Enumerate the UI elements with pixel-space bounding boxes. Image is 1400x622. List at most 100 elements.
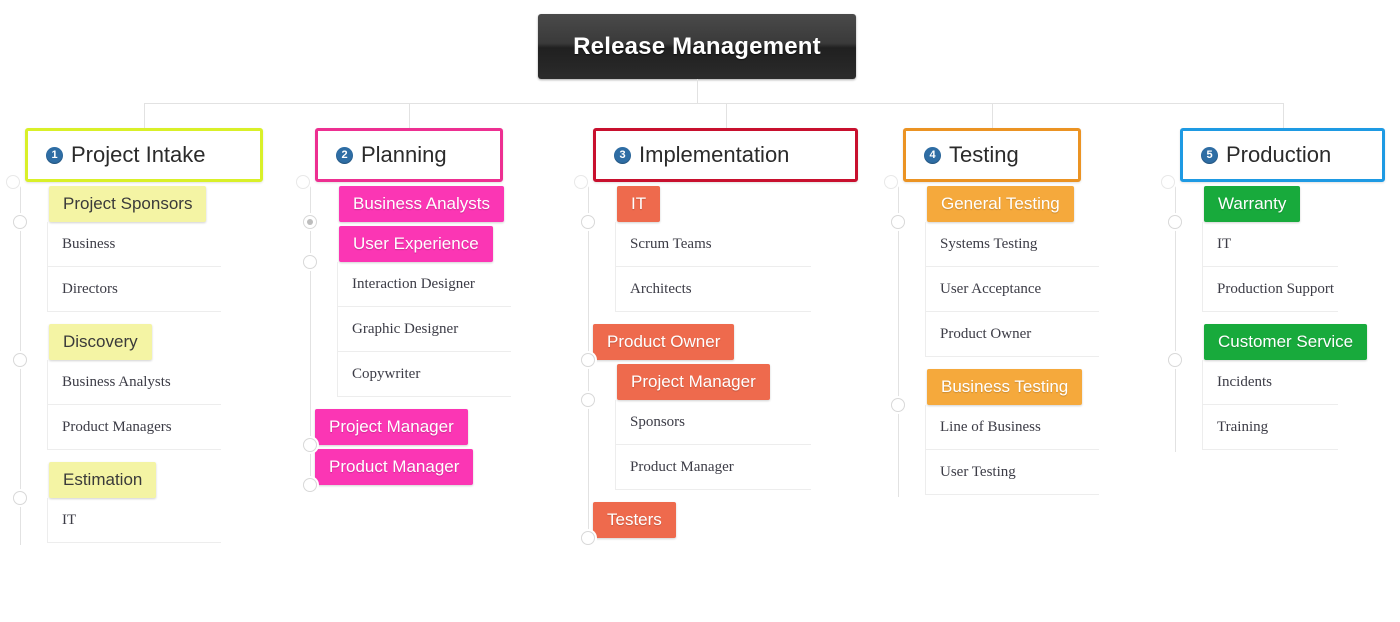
tree-root-node[interactable] [296, 175, 310, 189]
chip-row: Project Sponsors [10, 182, 278, 222]
leaf-item[interactable]: Incidents [1165, 360, 1395, 405]
leaf-tick [1202, 360, 1203, 405]
category-chip[interactable]: Warranty [1204, 186, 1301, 222]
leaf-item[interactable]: Directors [10, 267, 278, 312]
column-drop-connector-3 [725, 103, 727, 128]
leaf-item[interactable]: Business [10, 222, 278, 267]
tree-node-collapsed[interactable] [303, 215, 317, 229]
leaf-item[interactable]: Product Managers [10, 405, 278, 450]
leaf-item[interactable]: Systems Testing [888, 222, 1156, 267]
tree-node-expanded[interactable] [303, 478, 317, 492]
leaf-tick [925, 312, 926, 357]
leaf-tick [47, 405, 48, 450]
leaf-item[interactable]: Training [1165, 405, 1395, 450]
leaf-item[interactable]: Line of Business [888, 405, 1156, 450]
tree-node-expanded[interactable] [891, 215, 905, 229]
diagram-canvas: Release Management 1 Project Intake Projec… [0, 0, 1400, 622]
leaf-item-label: User Acceptance [940, 281, 1042, 297]
group-gap [888, 357, 1156, 365]
leaf-item[interactable]: Production Support [1165, 267, 1395, 312]
leaf-item[interactable]: Sponsors [578, 400, 868, 445]
tree-node-expanded[interactable] [581, 531, 595, 545]
phase-header-project-intake[interactable]: 1 Project Intake [25, 128, 263, 182]
leaf-item[interactable]: Product Owner [888, 312, 1156, 357]
category-chip[interactable]: Project Manager [315, 409, 468, 445]
category-chip[interactable]: Business Testing [927, 369, 1083, 405]
category-chip[interactable]: Business Analysts [339, 186, 505, 222]
leaf-item[interactable]: Scrum Teams [578, 222, 868, 267]
group-gap [10, 312, 278, 320]
tree-node-expanded[interactable] [13, 215, 27, 229]
tree-node-expanded[interactable] [1168, 215, 1182, 229]
leaf-underline [1202, 449, 1338, 450]
category-chip[interactable]: Customer Service [1204, 324, 1368, 360]
chip-row: Estimation [10, 458, 278, 498]
group-gap [578, 490, 868, 498]
group-gap [1165, 312, 1395, 320]
phase-column-3: 3 Implementation IT Scrum Teams Architects Pr… [574, 128, 868, 545]
category-chip[interactable]: IT [617, 186, 661, 222]
tree-node-expanded[interactable] [13, 491, 27, 505]
chip-row: Discovery [10, 320, 278, 360]
category-chip[interactable]: Project Manager [617, 364, 770, 400]
tree-node-expanded[interactable] [13, 353, 27, 367]
leaf-tick [1202, 222, 1203, 267]
leaf-item[interactable]: Architects [578, 267, 868, 312]
leaf-item[interactable]: User Acceptance [888, 267, 1156, 312]
tree-node-expanded[interactable] [303, 255, 317, 269]
chip-row: Product Manager [300, 445, 568, 485]
category-chip[interactable]: Project Sponsors [49, 186, 207, 222]
leaf-underline [47, 449, 221, 450]
leaf-item-label: IT [62, 512, 77, 528]
phase-header-label: Testing [949, 142, 1019, 167]
leaf-item[interactable]: Business Analysts [10, 360, 278, 405]
column-drop-connector-1 [144, 103, 145, 128]
tree-node-expanded[interactable] [581, 393, 595, 407]
tree-group: Project Manager [300, 405, 568, 445]
tree-group: Business Analysts [300, 182, 568, 222]
leaf-tick [47, 360, 48, 405]
leaf-tick [1202, 405, 1203, 450]
chip-row: Business Analysts [300, 182, 568, 222]
category-chip[interactable]: Product Owner [593, 324, 735, 360]
phase-number-badge: 3 [614, 146, 631, 164]
tree-node-expanded[interactable] [1168, 353, 1182, 367]
leaf-item-label: Product Manager [630, 459, 734, 475]
leaf-item[interactable]: Interaction Designer [300, 262, 568, 307]
phase-header-production[interactable]: 5 Production [1180, 128, 1385, 182]
category-chip[interactable]: Testers [593, 502, 676, 538]
leaf-item[interactable]: IT [1165, 222, 1395, 267]
category-chip[interactable]: Discovery [49, 324, 152, 360]
category-chip[interactable]: Product Manager [315, 449, 474, 485]
phase-header-label: Production [1226, 142, 1332, 167]
leaf-tick [925, 450, 926, 495]
tree-node-expanded[interactable] [581, 353, 595, 367]
tree-root-node[interactable] [1161, 175, 1175, 189]
phase-header-testing[interactable]: 4 Testing [903, 128, 1081, 182]
leaf-item[interactable]: Copywriter [300, 352, 568, 397]
phase-header-planning[interactable]: 2 Planning [315, 128, 503, 182]
category-chip[interactable]: Estimation [49, 462, 157, 498]
root-node-release-management[interactable]: Release Management [538, 14, 856, 79]
leaf-item[interactable]: User Testing [888, 450, 1156, 495]
column-drop-connector-4 [992, 103, 993, 128]
category-chip[interactable]: General Testing [927, 186, 1074, 222]
phase-column-5: 5 Production Warranty IT Production Support C… [1161, 128, 1395, 458]
leaf-item[interactable]: IT [10, 498, 278, 543]
category-chip[interactable]: User Experience [339, 226, 493, 262]
tree-node-expanded[interactable] [581, 215, 595, 229]
phase-tree: Business Analysts User Experience Interact… [296, 175, 568, 492]
leaf-item[interactable]: Product Manager [578, 445, 868, 490]
tree-root-node[interactable] [574, 175, 588, 189]
leaf-tick [615, 222, 616, 267]
tree-group: User Experience Interaction Designer Graph… [300, 222, 568, 405]
tree-root-node[interactable] [884, 175, 898, 189]
phase-header-implementation[interactable]: 3 Implementation [593, 128, 858, 182]
leaf-item[interactable]: Graphic Designer [300, 307, 568, 352]
tree-node-expanded[interactable] [303, 438, 317, 452]
leaf-underline [925, 494, 1099, 495]
phase-number-badge: 2 [336, 146, 353, 164]
tree-root-node[interactable] [6, 175, 20, 189]
tree-node-expanded[interactable] [891, 398, 905, 412]
leaf-tick [47, 498, 48, 543]
